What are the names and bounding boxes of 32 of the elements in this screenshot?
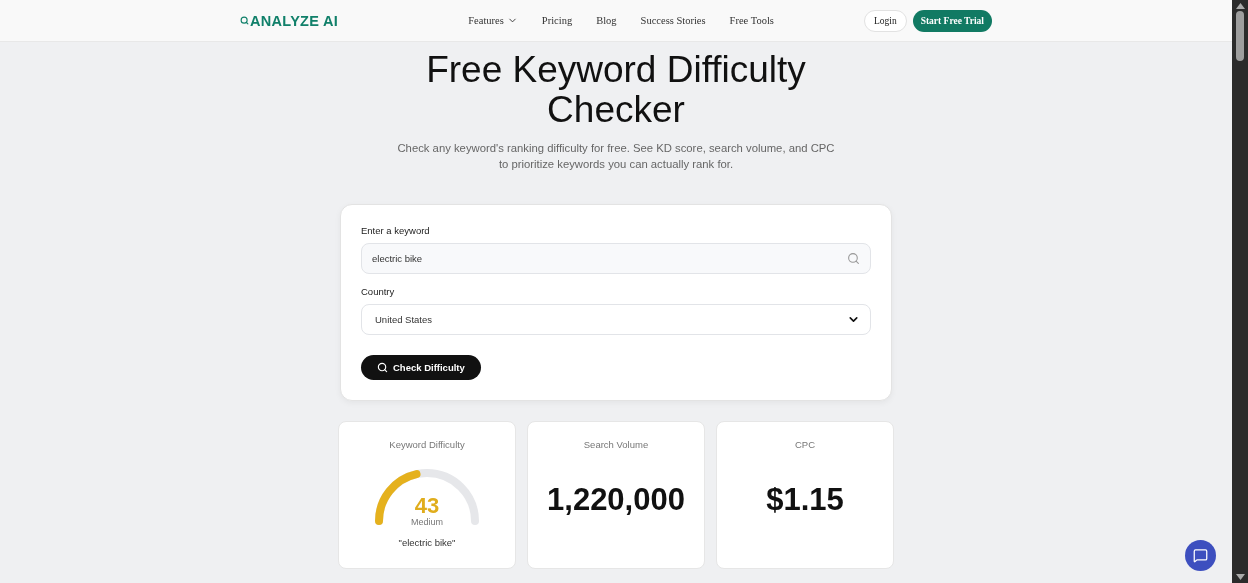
field-label: Country: [361, 286, 396, 297]
stat-value: $1.15: [766, 482, 844, 518]
search-icon: [377, 362, 388, 373]
nav-link[interactable]: Pricing: [541, 15, 573, 26]
chat-button[interactable]: [1185, 540, 1216, 571]
stat-title: Keyword Difficulty: [389, 439, 465, 450]
difficulty-rating: Medium: [410, 517, 444, 527]
stat-title: CPC: [794, 439, 816, 450]
keyword-text: "electric bike": [398, 537, 456, 548]
search-icon: [847, 252, 860, 265]
nav-link[interactable]: Success Stories: [640, 15, 706, 26]
stat-value: 1,220,000: [547, 482, 685, 518]
logo[interactable]: ANALYZE AI: [240, 12, 339, 29]
trial-button[interactable]: Start Free Trial: [912, 9, 992, 32]
stat-title: Search Volume: [583, 439, 649, 450]
scroll-thumb[interactable]: [1236, 11, 1244, 61]
nav-link[interactable]: Free Tools: [729, 15, 774, 26]
search-bar[interactable]: electric bike: [361, 243, 871, 274]
page-subtitle: Check any keyword's ranking difficulty for free. See KD score, search volume, and CPC to prioritize keywords you can actually rank for.: [396, 141, 836, 172]
scrollbar[interactable]: [1232, 0, 1248, 583]
scroll-down-icon[interactable]: [1235, 574, 1245, 580]
scroll-up-icon[interactable]: [1235, 3, 1245, 9]
field-label: Enter a keyword: [361, 225, 431, 236]
page-title: Free Keyword Difficulty Checker: [425, 50, 807, 130]
check-button[interactable]: Check Difficulty: [361, 355, 481, 380]
login-button[interactable]: Login: [863, 9, 907, 32]
difficulty-score: 43: [413, 493, 441, 518]
nav-link[interactable]: Blog: [596, 15, 617, 26]
country-select[interactable]: United States: [361, 304, 871, 335]
chat-icon: [1193, 548, 1208, 563]
keyword-input[interactable]: electric bike: [372, 253, 847, 264]
nav-link[interactable]: Features: [468, 15, 518, 26]
